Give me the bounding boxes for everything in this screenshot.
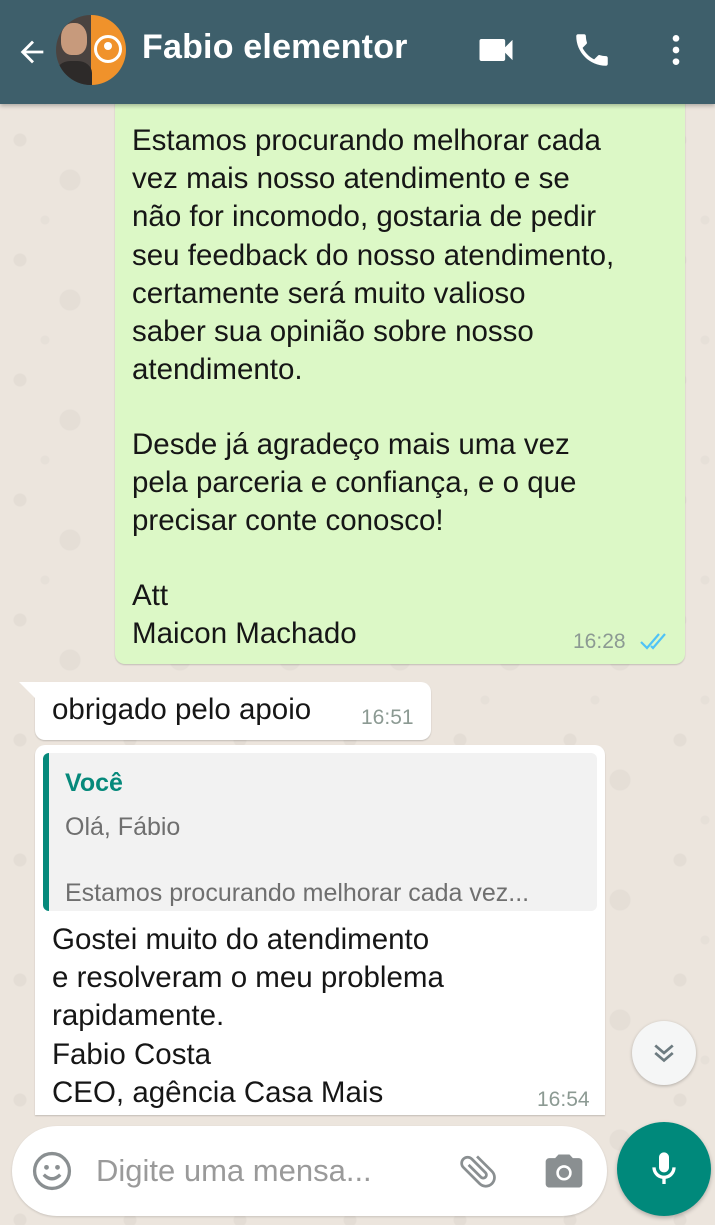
phone-icon <box>576 34 608 66</box>
message-outgoing[interactable]: Estamos procurando melhorar cada vez mai… <box>115 96 685 664</box>
mic-icon <box>652 1152 676 1184</box>
chat-header: Fabio elementor <box>0 0 715 104</box>
video-call-icon <box>479 39 513 61</box>
emoji-icon <box>32 1151 72 1191</box>
elementor-logo-icon <box>94 35 122 63</box>
contact-avatar[interactable] <box>56 15 126 85</box>
double-chevron-down-icon <box>654 1044 674 1063</box>
video-call-button[interactable] <box>472 26 520 74</box>
message-text: obrigado pelo apoio <box>52 693 312 726</box>
message-input[interactable] <box>96 1148 426 1194</box>
message-paragraph: Desde já agradeço mais uma vez pela parc… <box>132 428 577 538</box>
camera-icon <box>545 1154 583 1188</box>
message-paragraph: Estamos procurando melhorar cada vez mai… <box>132 124 615 387</box>
back-arrow-icon <box>20 40 44 64</box>
back-button[interactable] <box>10 30 54 74</box>
avatar-photo-shirt <box>56 61 92 85</box>
emoji-button[interactable] <box>28 1147 76 1195</box>
contact-name[interactable]: Fabio elementor <box>142 28 408 67</box>
message-composer <box>12 1126 607 1216</box>
quote-text: Estamos procurando melhorar cada vez... <box>65 879 530 907</box>
attach-icon <box>460 1155 496 1188</box>
message-incoming[interactable]: obrigado pelo apoio 16:51 <box>35 682 431 740</box>
message-time: 16:51 <box>361 706 414 729</box>
quote-text: Olá, Fábio <box>65 813 181 841</box>
scroll-to-bottom-button[interactable] <box>632 1021 696 1085</box>
more-options-button[interactable] <box>652 26 700 74</box>
voice-call-button[interactable] <box>568 26 616 74</box>
camera-button[interactable] <box>540 1147 588 1195</box>
quoted-message[interactable]: Você Olá, Fábio Estamos procurando melho… <box>43 753 597 911</box>
avatar-photo <box>61 23 87 55</box>
message-time: 16:54 <box>537 1088 590 1111</box>
message-time: 16:28 <box>573 630 626 653</box>
attach-button[interactable] <box>454 1147 502 1195</box>
message-text: Gostei muito do atendimento e resolveram… <box>52 923 444 1109</box>
more-vert-icon <box>672 35 680 65</box>
quote-author: Você <box>65 769 123 797</box>
message-incoming-reply[interactable]: Você Olá, Fábio Estamos procurando melho… <box>35 745 605 1115</box>
voice-record-button[interactable] <box>617 1122 711 1216</box>
read-ticks-icon <box>640 633 666 650</box>
bubble-tail <box>19 682 37 700</box>
